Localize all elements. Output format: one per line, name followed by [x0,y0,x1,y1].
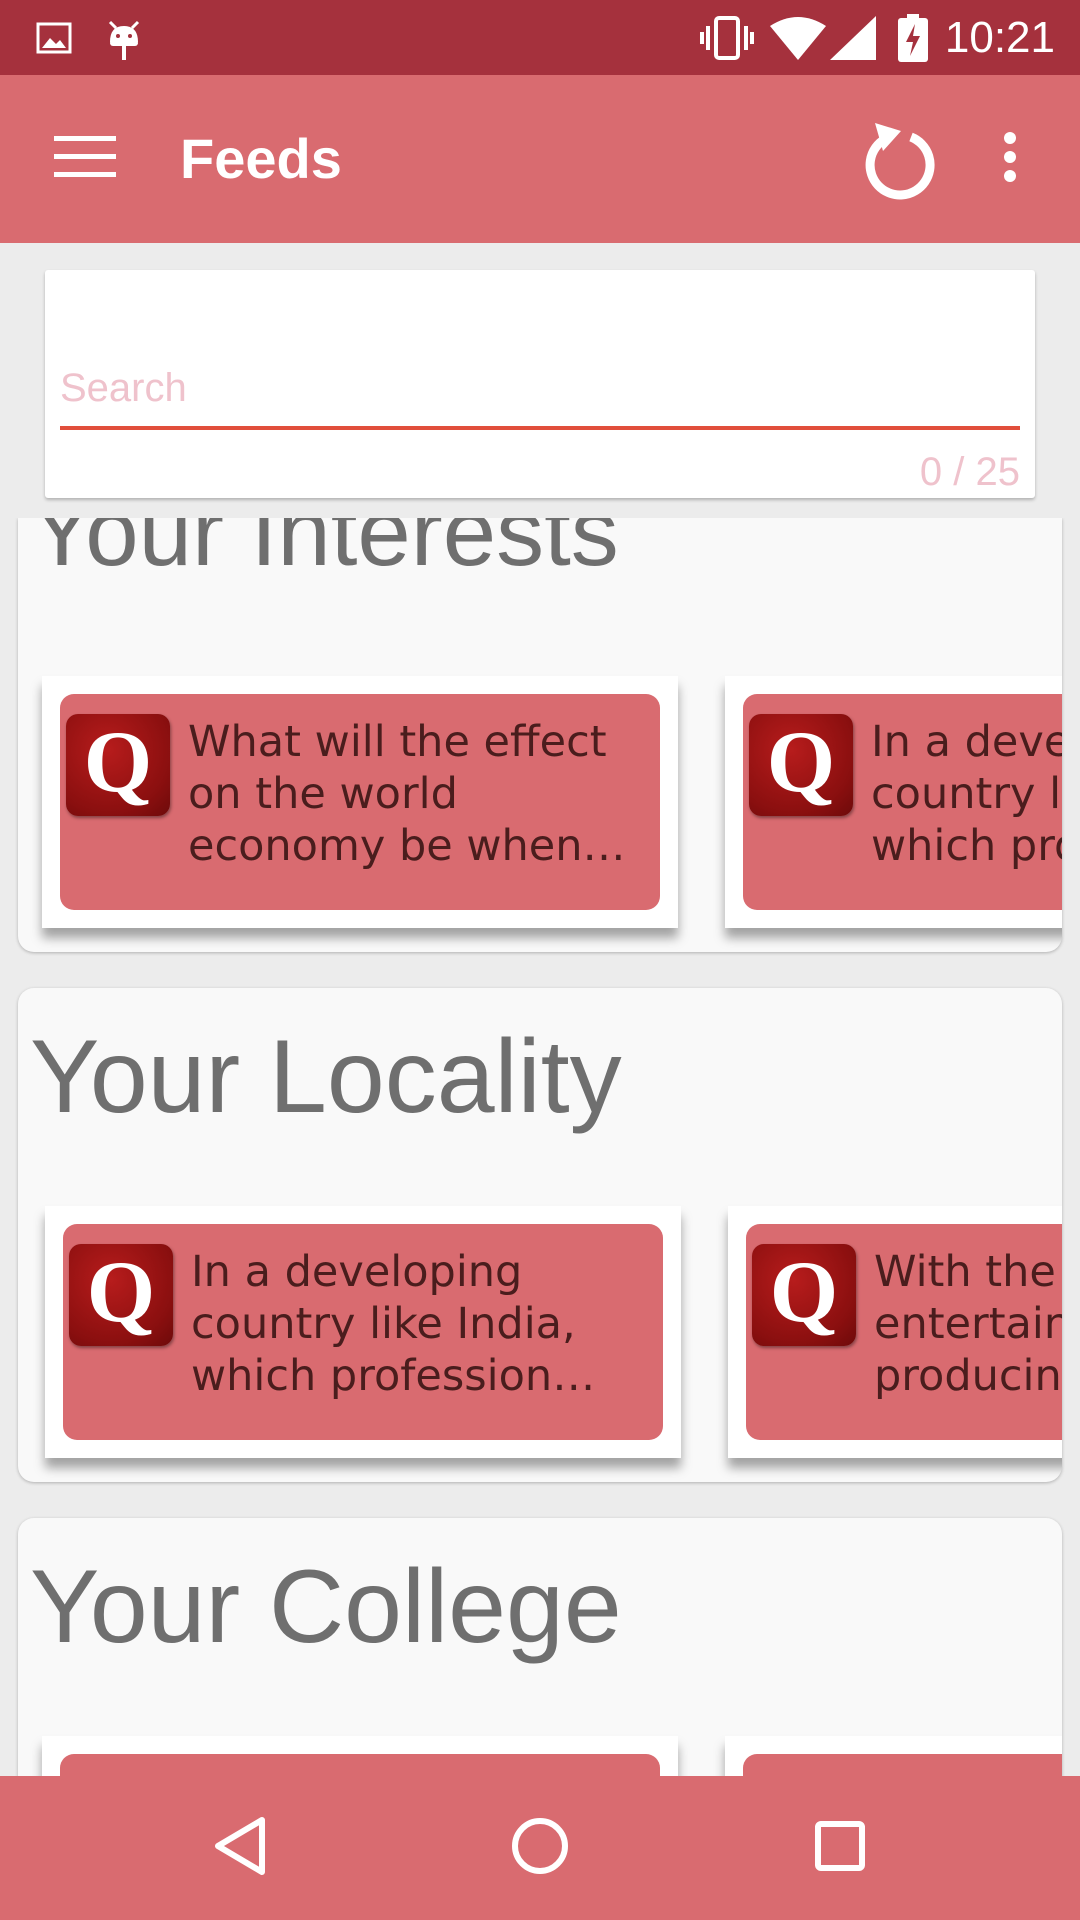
section-title: Your Interests [30,518,619,586]
battery-charging-icon [898,0,928,75]
card-row[interactable]: Q What will the effect on the world econ… [18,676,1062,936]
status-bar: 10:21 [0,0,1080,75]
section-title: Your Locality [30,1019,622,1135]
question-text: With the entertainment producing… [874,1247,1062,1401]
feed-card-content: Q In a developing country like India, wh… [743,694,1062,910]
recents-icon [815,1820,865,1876]
home-button[interactable] [490,1798,590,1898]
character-counter: 0 / 25 [919,450,1020,494]
feed-card[interactable] [42,1736,678,1776]
feed-list[interactable]: Your Interests Q What will the effect on… [0,518,1080,1776]
feed-card-content [60,1754,660,1776]
page-title: Feeds [180,127,342,190]
quora-icon: Q [66,714,170,816]
app-bar: Feeds [0,75,1080,243]
search-card: 0 / 25 [45,270,1035,498]
wifi-icon [770,0,826,75]
question-text: In a developing country like India, whic… [871,717,1062,871]
image-icon [36,0,72,75]
refresh-icon [861,119,939,208]
feed-card[interactable]: Q With the entertainment producing… [728,1206,1062,1458]
quora-icon: Q [752,1244,856,1346]
back-button[interactable] [190,1798,290,1898]
navigation-bar [0,1776,1080,1920]
signal-icon [830,0,876,75]
feed-card-content [743,1754,1062,1776]
menu-icon [54,135,116,183]
recents-button[interactable] [790,1798,890,1898]
section-title: Your College [30,1549,622,1665]
more-options-button[interactable] [975,119,1045,199]
quora-icon: Q [69,1244,173,1346]
feed-card-content: Q In a developing country like India, wh… [63,1224,663,1440]
quora-icon: Q [749,714,853,816]
home-icon [511,1817,569,1880]
feed-card[interactable] [725,1736,1062,1776]
android-debug-icon [106,0,142,75]
refresh-button[interactable] [850,113,950,213]
feed-card-content: Q What will the effect on the world econ… [60,694,660,910]
question-text: In a developing country like India, whic… [191,1247,576,1401]
vibrate-icon [698,0,756,75]
more-vert-icon [1003,131,1017,188]
section-your-college: Your College [18,1518,1062,1776]
clock: 10:21 [944,13,1055,62]
feed-card[interactable]: Q In a developing country like India, wh… [725,676,1062,928]
menu-button[interactable] [40,119,130,199]
feed-card-content: Q With the entertainment producing… [746,1224,1062,1440]
card-row[interactable] [18,1736,1062,1776]
question-text: What will the effect on the world econom… [188,717,607,871]
search-input[interactable] [60,350,1020,430]
feed-card[interactable]: Q What will the effect on the world econ… [42,676,678,928]
card-row[interactable]: Q In a developing country like India, wh… [18,1206,1062,1466]
feed-card[interactable]: Q In a developing country like India, wh… [45,1206,681,1458]
back-icon [212,1816,268,1881]
section-your-interests: Your Interests Q What will the effect on… [18,518,1062,952]
section-your-locality: Your Locality Q In a developing country … [18,988,1062,1482]
